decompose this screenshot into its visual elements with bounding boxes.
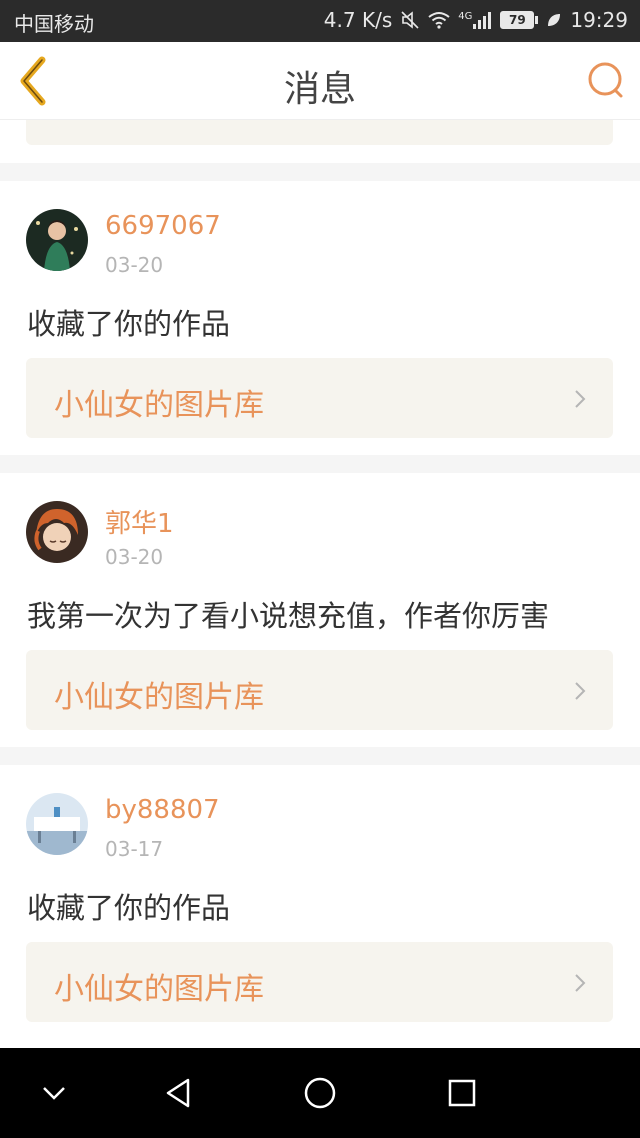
- network-speed: 4.7 K/s: [323, 8, 393, 32]
- work-link-label: 小仙女的图片库: [54, 680, 264, 715]
- message-item: 郭华1 03-20 我第一次为了看小说想充值，作者你厉害 小仙女的图片库: [0, 473, 640, 765]
- message-date: 03-20: [105, 545, 164, 569]
- circle-home-icon: [304, 1077, 336, 1109]
- network-type: 4G: [458, 11, 473, 22]
- battery-level: 79: [500, 11, 535, 29]
- nav-recent-button[interactable]: [442, 1073, 482, 1113]
- divider: [0, 455, 640, 473]
- triangle-back-icon: [166, 1078, 190, 1108]
- leaf-icon: [548, 14, 561, 26]
- work-link-label: 小仙女的图片库: [54, 388, 264, 423]
- chevron-right-icon: [575, 974, 586, 992]
- nav-home-button[interactable]: [300, 1073, 340, 1113]
- app-header: 消息: [0, 42, 640, 120]
- message-text: 收藏了你的作品: [27, 307, 231, 341]
- page-title: 消息: [283, 69, 356, 110]
- message-list[interactable]: 6697067 03-20 收藏了你的作品 小仙女的图片库 郭华1 03-20 …: [0, 120, 640, 1048]
- clock: 19:29: [570, 8, 628, 32]
- message-item: 6697067 03-20 收藏了你的作品 小仙女的图片库: [0, 181, 640, 473]
- avatar[interactable]: [26, 793, 88, 855]
- work-link-label: 小仙女的图片库: [54, 972, 264, 1007]
- status-bar: 中国移动 4.7 K/s 4G 79 19:29: [0, 0, 640, 42]
- message-text: 收藏了你的作品: [27, 891, 231, 925]
- status-indicators: 4.7 K/s 4G 79 19:29: [316, 8, 628, 32]
- wifi-icon: [428, 12, 450, 29]
- search-button[interactable]: [586, 60, 626, 100]
- nav-back-button[interactable]: [158, 1073, 198, 1113]
- chevron-down-icon: [43, 1087, 65, 1100]
- avatar[interactable]: [26, 501, 88, 563]
- signal-icon: [473, 12, 492, 29]
- avatar[interactable]: [26, 209, 88, 271]
- work-link-card[interactable]: 小仙女的图片库: [26, 358, 613, 438]
- work-link-card[interactable]: 小仙女的图片库: [26, 942, 613, 1022]
- divider: [0, 163, 640, 181]
- mute-icon: [401, 11, 419, 29]
- username[interactable]: 郭华1: [105, 503, 174, 540]
- message-date: 03-17: [105, 837, 164, 861]
- divider: [0, 747, 640, 765]
- battery-indicator: 79: [500, 11, 539, 29]
- previous-link-card[interactable]: [26, 120, 613, 145]
- carrier-label: 中国移动: [14, 12, 94, 36]
- message-item: by88807 03-17 收藏了你的作品 小仙女的图片库: [0, 765, 640, 1039]
- system-nav-bar: [0, 1048, 640, 1138]
- chevron-right-icon: [575, 390, 586, 408]
- username[interactable]: by88807: [105, 795, 220, 825]
- signal-indicator: 4G: [458, 11, 492, 29]
- message-text: 我第一次为了看小说想充值，作者你厉害: [27, 599, 550, 633]
- username[interactable]: 6697067: [105, 211, 221, 241]
- message-date: 03-20: [105, 253, 164, 277]
- work-link-card[interactable]: 小仙女的图片库: [26, 650, 613, 730]
- hide-nav-button[interactable]: [34, 1073, 74, 1113]
- search-icon: [588, 62, 623, 98]
- battery-tip: [535, 16, 539, 24]
- square-recent-icon: [448, 1079, 476, 1107]
- chevron-right-icon: [575, 682, 586, 700]
